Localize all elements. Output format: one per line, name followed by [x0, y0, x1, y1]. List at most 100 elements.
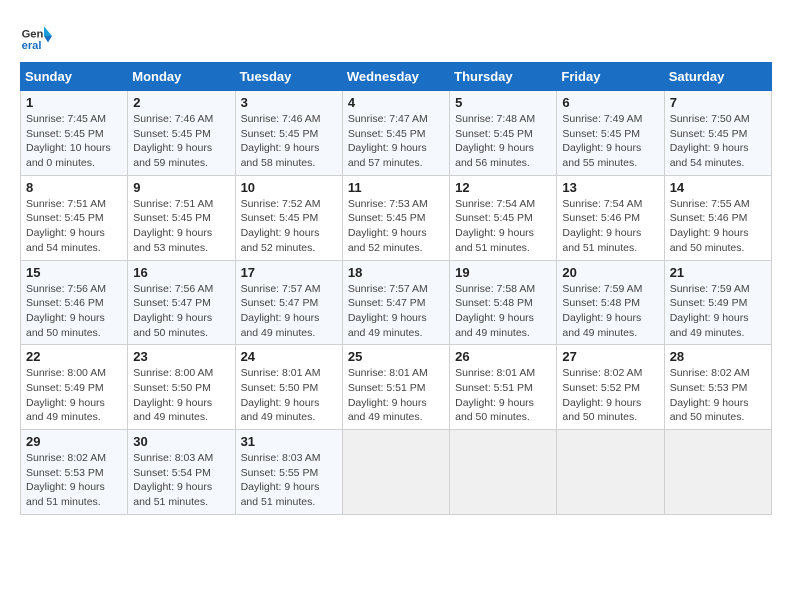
day-number: 2	[133, 95, 229, 110]
day-cell-3: 3 Sunrise: 7:46 AM Sunset: 5:45 PM Daylig…	[235, 91, 342, 176]
day-number: 19	[455, 265, 551, 280]
day-number: 24	[241, 349, 337, 364]
week-row-2: 8 Sunrise: 7:51 AM Sunset: 5:45 PM Daylig…	[21, 175, 772, 260]
day-cell-15: 15Sunrise: 7:56 AM Sunset: 5:46 PM Dayli…	[21, 260, 128, 345]
day-cell-24: 24 Sunrise: 8:01 AM Sunset: 5:50 PM Dayli…	[235, 345, 342, 430]
day-number: 7	[670, 95, 766, 110]
day-cell-21: 21Sunrise: 7:59 AM Sunset: 5:49 PM Dayli…	[664, 260, 771, 345]
day-cell-19: 19 Sunrise: 7:58 AM Sunset: 5:48 PM Dayli…	[450, 260, 557, 345]
day-detail: Sunrise: 7:47 AM Sunset: 5:45 PM Dayligh…	[348, 112, 444, 171]
day-detail: Sunrise: 7:55 AM Sunset: 5:46 PM Dayligh…	[670, 197, 766, 256]
day-detail: Sunrise: 7:59 AM Sunset: 5:48 PM Dayligh…	[562, 282, 658, 341]
day-cell-13: 13 Sunrise: 7:54 AM Sunset: 5:46 PM Dayli…	[557, 175, 664, 260]
day-detail: Sunrise: 8:02 AM Sunset: 5:52 PM Dayligh…	[562, 366, 658, 425]
day-cell-18: 18 Sunrise: 7:57 AM Sunset: 5:47 PM Dayli…	[342, 260, 449, 345]
day-number: 25	[348, 349, 444, 364]
day-cell-11: 11 Sunrise: 7:53 AM Sunset: 5:45 PM Dayli…	[342, 175, 449, 260]
day-detail: Sunrise: 7:56 AM Sunset: 5:47 PM Dayligh…	[133, 282, 229, 341]
day-number: 10	[241, 180, 337, 195]
header-friday: Friday	[557, 63, 664, 91]
day-detail: Sunrise: 8:02 AM Sunset: 5:53 PM Dayligh…	[26, 451, 122, 510]
day-number: 28	[670, 349, 766, 364]
day-cell-17: 17Sunrise: 7:57 AM Sunset: 5:47 PM Dayli…	[235, 260, 342, 345]
week-row-3: 15Sunrise: 7:56 AM Sunset: 5:46 PM Dayli…	[21, 260, 772, 345]
header-wednesday: Wednesday	[342, 63, 449, 91]
day-number: 14	[670, 180, 766, 195]
day-cell-28: 28 Sunrise: 8:02 AM Sunset: 5:53 PM Dayli…	[664, 345, 771, 430]
header-saturday: Saturday	[664, 63, 771, 91]
day-detail: Sunrise: 7:45 AM Sunset: 5:45 PM Dayligh…	[26, 112, 122, 171]
week-row-5: 29Sunrise: 8:02 AM Sunset: 5:53 PM Dayli…	[21, 430, 772, 515]
header-monday: Monday	[128, 63, 235, 91]
day-detail: Sunrise: 8:00 AM Sunset: 5:50 PM Dayligh…	[133, 366, 229, 425]
day-detail: Sunrise: 8:03 AM Sunset: 5:55 PM Dayligh…	[241, 451, 337, 510]
day-cell-16: 16Sunrise: 7:56 AM Sunset: 5:47 PM Dayli…	[128, 260, 235, 345]
day-number: 21	[670, 265, 766, 280]
day-number: 1	[26, 95, 122, 110]
day-detail: Sunrise: 7:46 AM Sunset: 5:45 PM Dayligh…	[241, 112, 337, 171]
day-cell-4: 4 Sunrise: 7:47 AM Sunset: 5:45 PM Daylig…	[342, 91, 449, 176]
day-detail: Sunrise: 7:50 AM Sunset: 5:45 PM Dayligh…	[670, 112, 766, 171]
day-cell-30: 30Sunrise: 8:03 AM Sunset: 5:54 PM Dayli…	[128, 430, 235, 515]
day-detail: Sunrise: 7:46 AM Sunset: 5:45 PM Dayligh…	[133, 112, 229, 171]
day-number: 26	[455, 349, 551, 364]
day-detail: Sunrise: 7:54 AM Sunset: 5:46 PM Dayligh…	[562, 197, 658, 256]
day-detail: Sunrise: 8:01 AM Sunset: 5:50 PM Dayligh…	[241, 366, 337, 425]
day-detail: Sunrise: 7:51 AM Sunset: 5:45 PM Dayligh…	[26, 197, 122, 256]
logo: Gen eral	[20, 20, 58, 52]
day-number: 8	[26, 180, 122, 195]
day-number: 11	[348, 180, 444, 195]
day-number: 18	[348, 265, 444, 280]
page-header: Gen eral	[20, 20, 772, 52]
day-number: 5	[455, 95, 551, 110]
day-cell-22: 22 Sunrise: 8:00 AM Sunset: 5:49 PM Dayli…	[21, 345, 128, 430]
empty-cell	[664, 430, 771, 515]
day-number: 23	[133, 349, 229, 364]
day-number: 4	[348, 95, 444, 110]
day-cell-5: 5 Sunrise: 7:48 AM Sunset: 5:45 PM Daylig…	[450, 91, 557, 176]
day-cell-10: 10 Sunrise: 7:52 AM Sunset: 5:45 PM Dayli…	[235, 175, 342, 260]
calendar-table: SundayMondayTuesdayWednesdayThursdayFrid…	[20, 62, 772, 515]
empty-cell	[450, 430, 557, 515]
day-cell-6: 6Sunrise: 7:49 AM Sunset: 5:45 PM Daylig…	[557, 91, 664, 176]
day-cell-9: 9Sunrise: 7:51 AM Sunset: 5:45 PM Daylig…	[128, 175, 235, 260]
day-cell-26: 26 Sunrise: 8:01 AM Sunset: 5:51 PM Dayli…	[450, 345, 557, 430]
calendar-header-row: SundayMondayTuesdayWednesdayThursdayFrid…	[21, 63, 772, 91]
day-cell-23: 23 Sunrise: 8:00 AM Sunset: 5:50 PM Dayli…	[128, 345, 235, 430]
day-cell-20: 20 Sunrise: 7:59 AM Sunset: 5:48 PM Dayli…	[557, 260, 664, 345]
day-detail: Sunrise: 7:54 AM Sunset: 5:45 PM Dayligh…	[455, 197, 551, 256]
empty-cell	[342, 430, 449, 515]
day-number: 15	[26, 265, 122, 280]
day-cell-12: 12 Sunrise: 7:54 AM Sunset: 5:45 PM Dayli…	[450, 175, 557, 260]
day-number: 20	[562, 265, 658, 280]
day-detail: Sunrise: 8:03 AM Sunset: 5:54 PM Dayligh…	[133, 451, 229, 510]
header-thursday: Thursday	[450, 63, 557, 91]
day-number: 12	[455, 180, 551, 195]
day-detail: Sunrise: 8:02 AM Sunset: 5:53 PM Dayligh…	[670, 366, 766, 425]
day-cell-14: 14 Sunrise: 7:55 AM Sunset: 5:46 PM Dayli…	[664, 175, 771, 260]
day-detail: Sunrise: 7:57 AM Sunset: 5:47 PM Dayligh…	[241, 282, 337, 341]
svg-text:eral: eral	[22, 40, 42, 52]
day-cell-1: 1 Sunrise: 7:45 AM Sunset: 5:45 PM Daylig…	[21, 91, 128, 176]
day-detail: Sunrise: 7:52 AM Sunset: 5:45 PM Dayligh…	[241, 197, 337, 256]
day-number: 13	[562, 180, 658, 195]
day-detail: Sunrise: 8:01 AM Sunset: 5:51 PM Dayligh…	[348, 366, 444, 425]
week-row-1: 1 Sunrise: 7:45 AM Sunset: 5:45 PM Daylig…	[21, 91, 772, 176]
week-row-4: 22 Sunrise: 8:00 AM Sunset: 5:49 PM Dayli…	[21, 345, 772, 430]
day-detail: Sunrise: 7:58 AM Sunset: 5:48 PM Dayligh…	[455, 282, 551, 341]
day-number: 31	[241, 434, 337, 449]
day-detail: Sunrise: 8:00 AM Sunset: 5:49 PM Dayligh…	[26, 366, 122, 425]
day-detail: Sunrise: 7:53 AM Sunset: 5:45 PM Dayligh…	[348, 197, 444, 256]
day-detail: Sunrise: 7:48 AM Sunset: 5:45 PM Dayligh…	[455, 112, 551, 171]
day-cell-8: 8 Sunrise: 7:51 AM Sunset: 5:45 PM Daylig…	[21, 175, 128, 260]
logo-icon: Gen eral	[20, 20, 52, 52]
day-number: 9	[133, 180, 229, 195]
day-cell-29: 29Sunrise: 8:02 AM Sunset: 5:53 PM Dayli…	[21, 430, 128, 515]
day-detail: Sunrise: 7:49 AM Sunset: 5:45 PM Dayligh…	[562, 112, 658, 171]
day-number: 3	[241, 95, 337, 110]
day-detail: Sunrise: 7:57 AM Sunset: 5:47 PM Dayligh…	[348, 282, 444, 341]
day-number: 27	[562, 349, 658, 364]
day-cell-7: 7 Sunrise: 7:50 AM Sunset: 5:45 PM Daylig…	[664, 91, 771, 176]
day-number: 22	[26, 349, 122, 364]
day-detail: Sunrise: 8:01 AM Sunset: 5:51 PM Dayligh…	[455, 366, 551, 425]
